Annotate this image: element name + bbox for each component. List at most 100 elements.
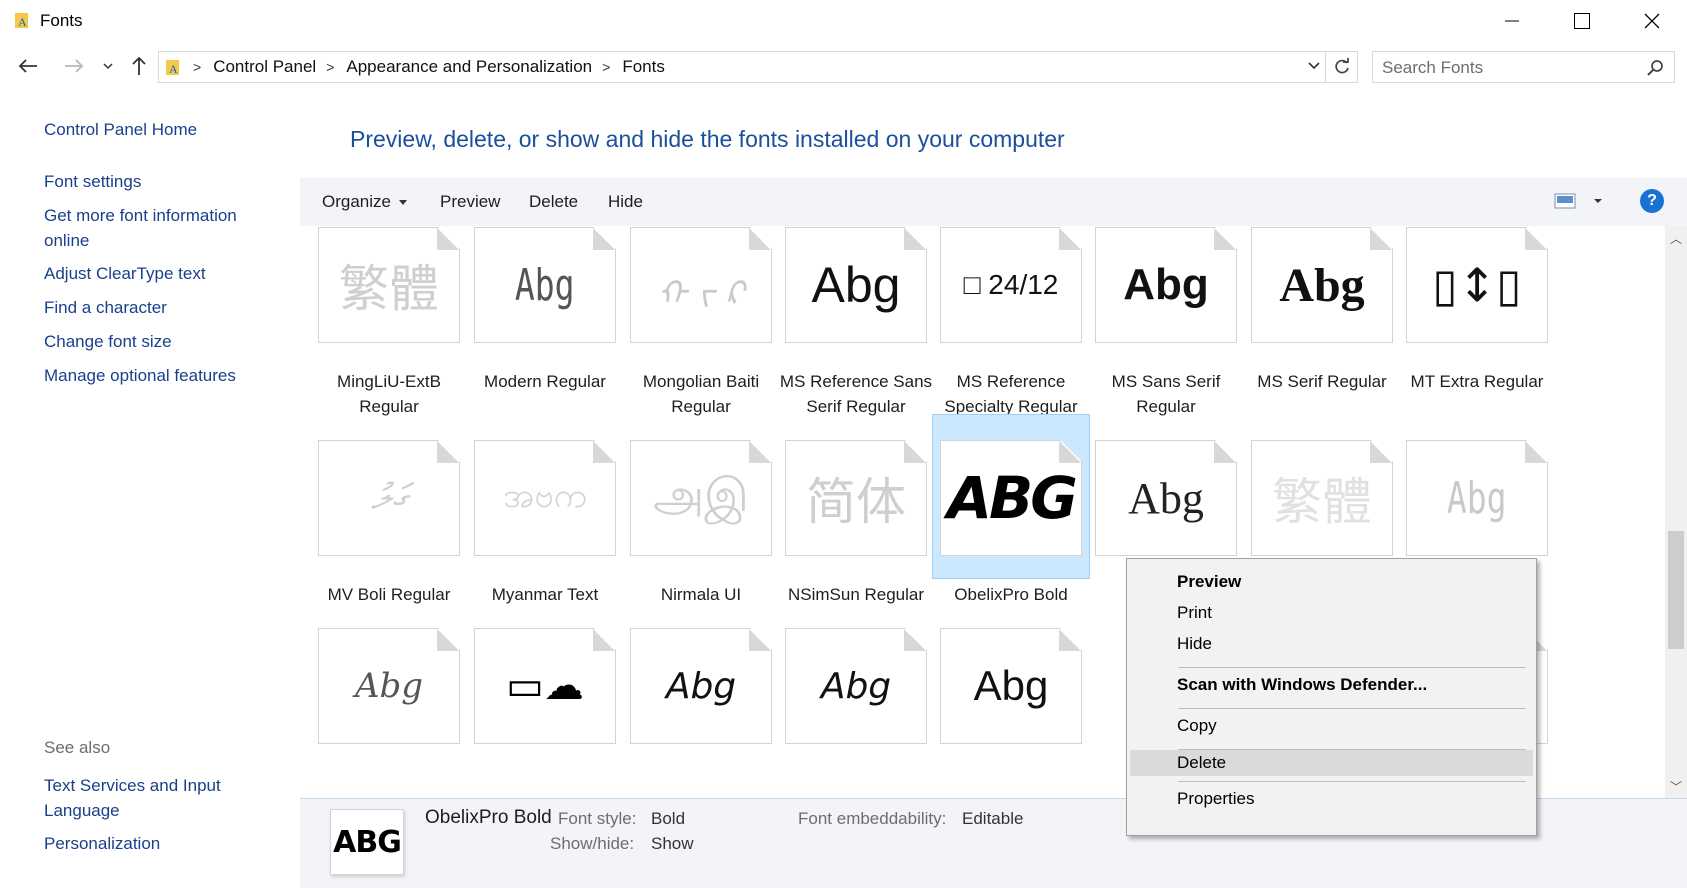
menu-item-scan-defender[interactable]: Scan with Windows Defender... [1130,672,1533,698]
font-tile[interactable]: Abg [777,615,935,770]
refresh-button[interactable] [1325,52,1357,82]
text-services-link[interactable]: Text Services and Input Language [44,773,284,823]
breadcrumb-appearance[interactable]: Appearance and Personalization [346,57,592,77]
cleartype-link[interactable]: Adjust ClearType text [44,261,284,286]
minimize-button[interactable] [1477,0,1547,42]
change-view-button[interactable] [1554,192,1604,215]
font-name-label: Mongolian Baiti Regular [642,372,760,416]
font-name-label: MingLiU-ExtB Regular [337,372,441,416]
menu-separator [1178,667,1526,668]
font-tile[interactable]: Abg MS Sans Serif Regular [1087,226,1245,419]
personalization-link[interactable]: Personalization [44,831,284,856]
font-page: 简体 [785,440,927,556]
font-tile[interactable]: အဗက Myanmar Text [466,427,624,607]
chevron-down-icon [103,63,113,70]
font-sample: ABG [941,441,1081,555]
scroll-down-icon[interactable]: ﹀ [1670,778,1682,795]
font-tile[interactable]: அஇ Nirmala UI [622,427,780,607]
font-tile[interactable]: Abg [932,615,1090,770]
font-thumbnail: Abg [1251,227,1393,343]
navigation-bar: A > Control Panel > Appearance and Perso… [0,46,1687,86]
close-button[interactable] [1617,0,1687,42]
font-name-label: MS Sans Serif Regular [1111,372,1221,416]
font-page: ABG [940,440,1082,556]
font-page: Abg [1095,227,1237,343]
back-button[interactable] [14,52,42,80]
maximize-icon [1574,13,1590,29]
vertical-scrollbar[interactable]: ︿ ﹀ [1665,226,1687,798]
more-font-info-link[interactable]: Get more font information online [44,203,284,253]
font-thumbnail: Abg [1095,227,1237,343]
scrollbar-thumb[interactable] [1668,531,1684,649]
font-tile[interactable]: ގަލު MV Boli Regular [310,427,468,607]
maximize-button[interactable] [1547,0,1617,42]
find-character-link[interactable]: Find a character [44,295,284,320]
font-thumbnail: Abg [474,227,616,343]
optional-features-link[interactable]: Manage optional features [44,363,284,388]
window-title: Fonts [40,11,83,30]
font-tile[interactable]: Abg [310,615,468,770]
font-tile[interactable]: 繁體 MingLiU-ExtB Regular [310,226,468,419]
arrow-left-icon [18,59,37,73]
search-input[interactable]: Search Fonts [1372,51,1675,83]
font-tile[interactable]: Abg [622,615,780,770]
font-settings-link[interactable]: Font settings [44,169,284,194]
close-icon [1644,13,1660,29]
help-button[interactable]: ? [1640,189,1664,213]
embeddability-label: Font embeddability: [798,809,947,828]
hide-button[interactable]: Hide [608,192,643,212]
recent-locations-button[interactable] [94,52,122,80]
control-panel-home-link[interactable]: Control Panel Home [44,117,284,142]
menu-item-delete[interactable]: Delete [1130,750,1533,776]
font-page: □ 24/12 [940,227,1082,343]
font-thumbnail: ▭☁ [474,628,616,744]
font-thumbnail: ABG [940,440,1082,556]
font-tile[interactable]: 简体 NSimSun Regular [777,427,935,607]
menu-item-preview[interactable]: Preview [1130,569,1533,595]
menu-item-hide[interactable]: Hide [1130,631,1533,657]
font-tile[interactable]: □ 24/12 MS Reference Specialty Regular [932,226,1090,419]
breadcrumb-separator-icon[interactable]: > [602,59,610,75]
command-bar: Organize Preview Delete Hide ? [300,178,1687,226]
menu-item-properties[interactable]: Properties [1130,786,1533,812]
delete-button[interactable]: Delete [529,192,578,212]
font-sample: ᠬ ᠵ ᠺ [631,228,771,342]
font-page: Abg [1251,227,1393,343]
font-sample: Abg [786,629,926,743]
arrow-right-icon [65,59,84,73]
font-sample-text: Abg [973,662,1049,709]
font-tile[interactable]: ▭☁ [466,615,624,770]
context-menu: Preview Print Hide Scan with Windows Def… [1126,558,1537,836]
font-sample: Abg [1252,228,1392,342]
font-page: Abg [1406,440,1548,556]
breadcrumb-control-panel[interactable]: Control Panel [213,57,316,77]
chevron-down-icon[interactable] [1307,58,1321,74]
menu-item-print[interactable]: Print [1130,600,1533,626]
address-bar[interactable]: A > Control Panel > Appearance and Perso… [158,51,1358,83]
font-tile[interactable]: Abg MS Reference Sans Serif Regular [777,226,935,419]
organize-button[interactable]: Organize [322,192,407,212]
change-font-size-link[interactable]: Change font size [44,329,284,354]
scroll-up-icon[interactable]: ︿ [1670,230,1682,247]
font-sample: 繁體 [319,228,459,342]
embeddability-value: Editable [962,809,1024,828]
font-sample: Abg [319,629,459,743]
font-tile[interactable]: ᠬ ᠵ ᠺ Mongolian Baiti Regular [622,226,780,419]
font-tile[interactable]: ABG ObelixPro Bold [932,414,1090,604]
forward-button[interactable] [60,52,88,80]
breadcrumb-separator-icon[interactable]: > [326,59,334,75]
font-tile[interactable]: Abg Modern Regular [466,226,624,394]
font-tile[interactable]: ▯↕▯ MT Extra Regular [1398,226,1556,394]
font-sample-text: Abg [1279,258,1365,312]
breadcrumb-fonts[interactable]: Fonts [622,57,665,77]
font-sample-text: ▯↕▯ [1432,258,1522,312]
menu-item-copy[interactable]: Copy [1130,713,1533,739]
search-icon[interactable] [1646,59,1664,77]
refresh-icon [1334,58,1349,74]
font-sample: அஇ [631,441,771,555]
preview-button[interactable]: Preview [440,192,500,212]
font-thumbnail: அஇ [630,440,772,556]
font-sample-text: Abg [811,257,901,313]
up-button[interactable] [125,52,153,80]
font-tile[interactable]: Abg MS Serif Regular [1243,226,1401,394]
